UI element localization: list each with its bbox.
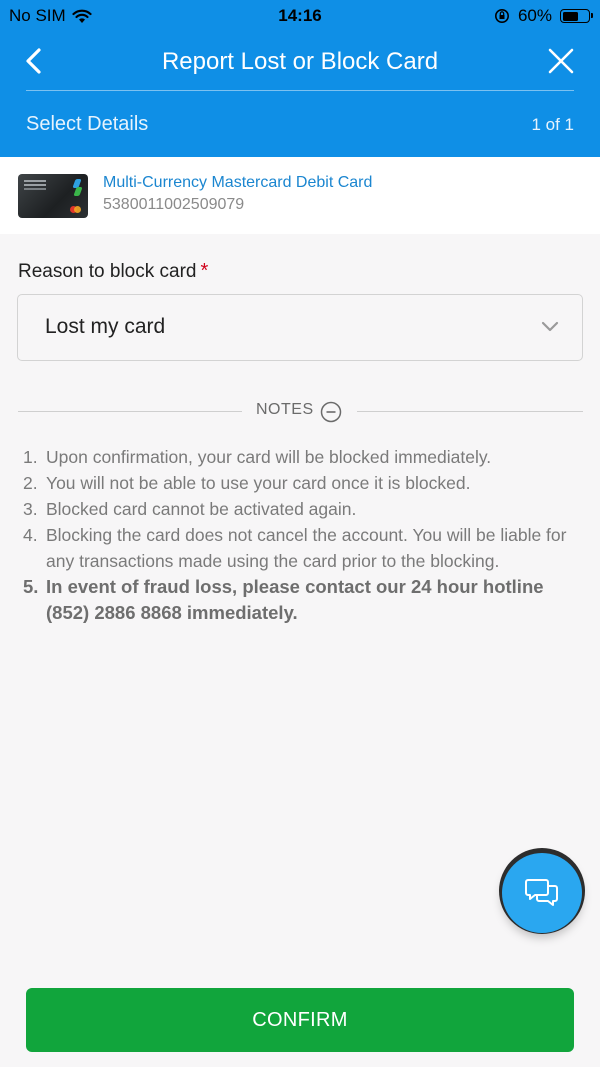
chat-button[interactable] [502, 853, 582, 933]
note-text: You will not be able to use your card on… [46, 473, 471, 493]
collapse-minus-icon[interactable] [320, 401, 342, 423]
status-bar: No SIM 14:16 60% [0, 0, 600, 32]
selected-card-row[interactable]: Multi-Currency Mastercard Debit Card 538… [0, 157, 600, 234]
status-right: 60% [494, 6, 593, 26]
note-item-fraud-hotline: 5. In event of fraud loss, please contact… [18, 574, 583, 626]
note-number: 5. [23, 576, 39, 597]
card-number: 5380011002509079 [103, 196, 245, 213]
reason-label: Reason to block card * [18, 260, 208, 283]
close-icon[interactable] [546, 46, 576, 76]
chevron-down-icon [541, 321, 559, 332]
debit-card-image [18, 174, 88, 218]
notes-divider-right [357, 411, 583, 412]
note-number: 1. [23, 447, 38, 467]
step-bar: Select Details 1 of 1 [0, 91, 600, 157]
battery-fill [562, 11, 578, 21]
note-item: 4. Blocking the card does not cancel the … [18, 522, 583, 574]
note-number: 4. [23, 525, 38, 545]
notes-header[interactable]: NOTES [18, 398, 583, 424]
note-text: Upon confirmation, your card will be blo… [46, 447, 492, 467]
battery-icon [560, 9, 593, 23]
note-item: 2. You will not be able to use your card … [18, 470, 583, 496]
note-text: Blocking the card does not cancel the ac… [46, 525, 567, 571]
notes-divider-left [18, 411, 242, 412]
note-item: 3. Blocked card cannot be activated again… [18, 496, 583, 522]
card-name: Multi-Currency Mastercard Debit Card [103, 174, 373, 191]
notes-label: NOTES [256, 401, 314, 418]
note-text: In event of fraud loss, please contact o… [46, 576, 544, 623]
step-title: Select Details [26, 113, 149, 135]
step-counter: 1 of 1 [531, 115, 574, 134]
confirm-button[interactable]: CONFIRM [26, 988, 574, 1052]
note-text: Blocked card cannot be activated again. [46, 499, 357, 519]
battery-percent: 60% [517, 6, 552, 25]
note-item: 1. Upon confirmation, your card will be b… [18, 444, 583, 470]
required-asterisk: * [200, 260, 209, 282]
page-title: Report Lost or Block Card [161, 48, 439, 75]
reason-dropdown[interactable]: Lost my card [17, 294, 583, 361]
app-header: No SIM 14:16 60% Report Lost or Block Ca… [0, 0, 600, 157]
notes-list: 1. Upon confirmation, your card will be b… [18, 444, 583, 626]
reason-label-text: Reason to block card [18, 261, 197, 282]
reason-selected-value: Lost my card [45, 315, 166, 338]
nav-bar: Report Lost or Block Card [0, 32, 600, 90]
orientation-lock-icon [494, 9, 509, 23]
note-number: 3. [23, 499, 38, 519]
note-number: 2. [23, 473, 38, 493]
chat-bubbles-icon [525, 879, 558, 906]
